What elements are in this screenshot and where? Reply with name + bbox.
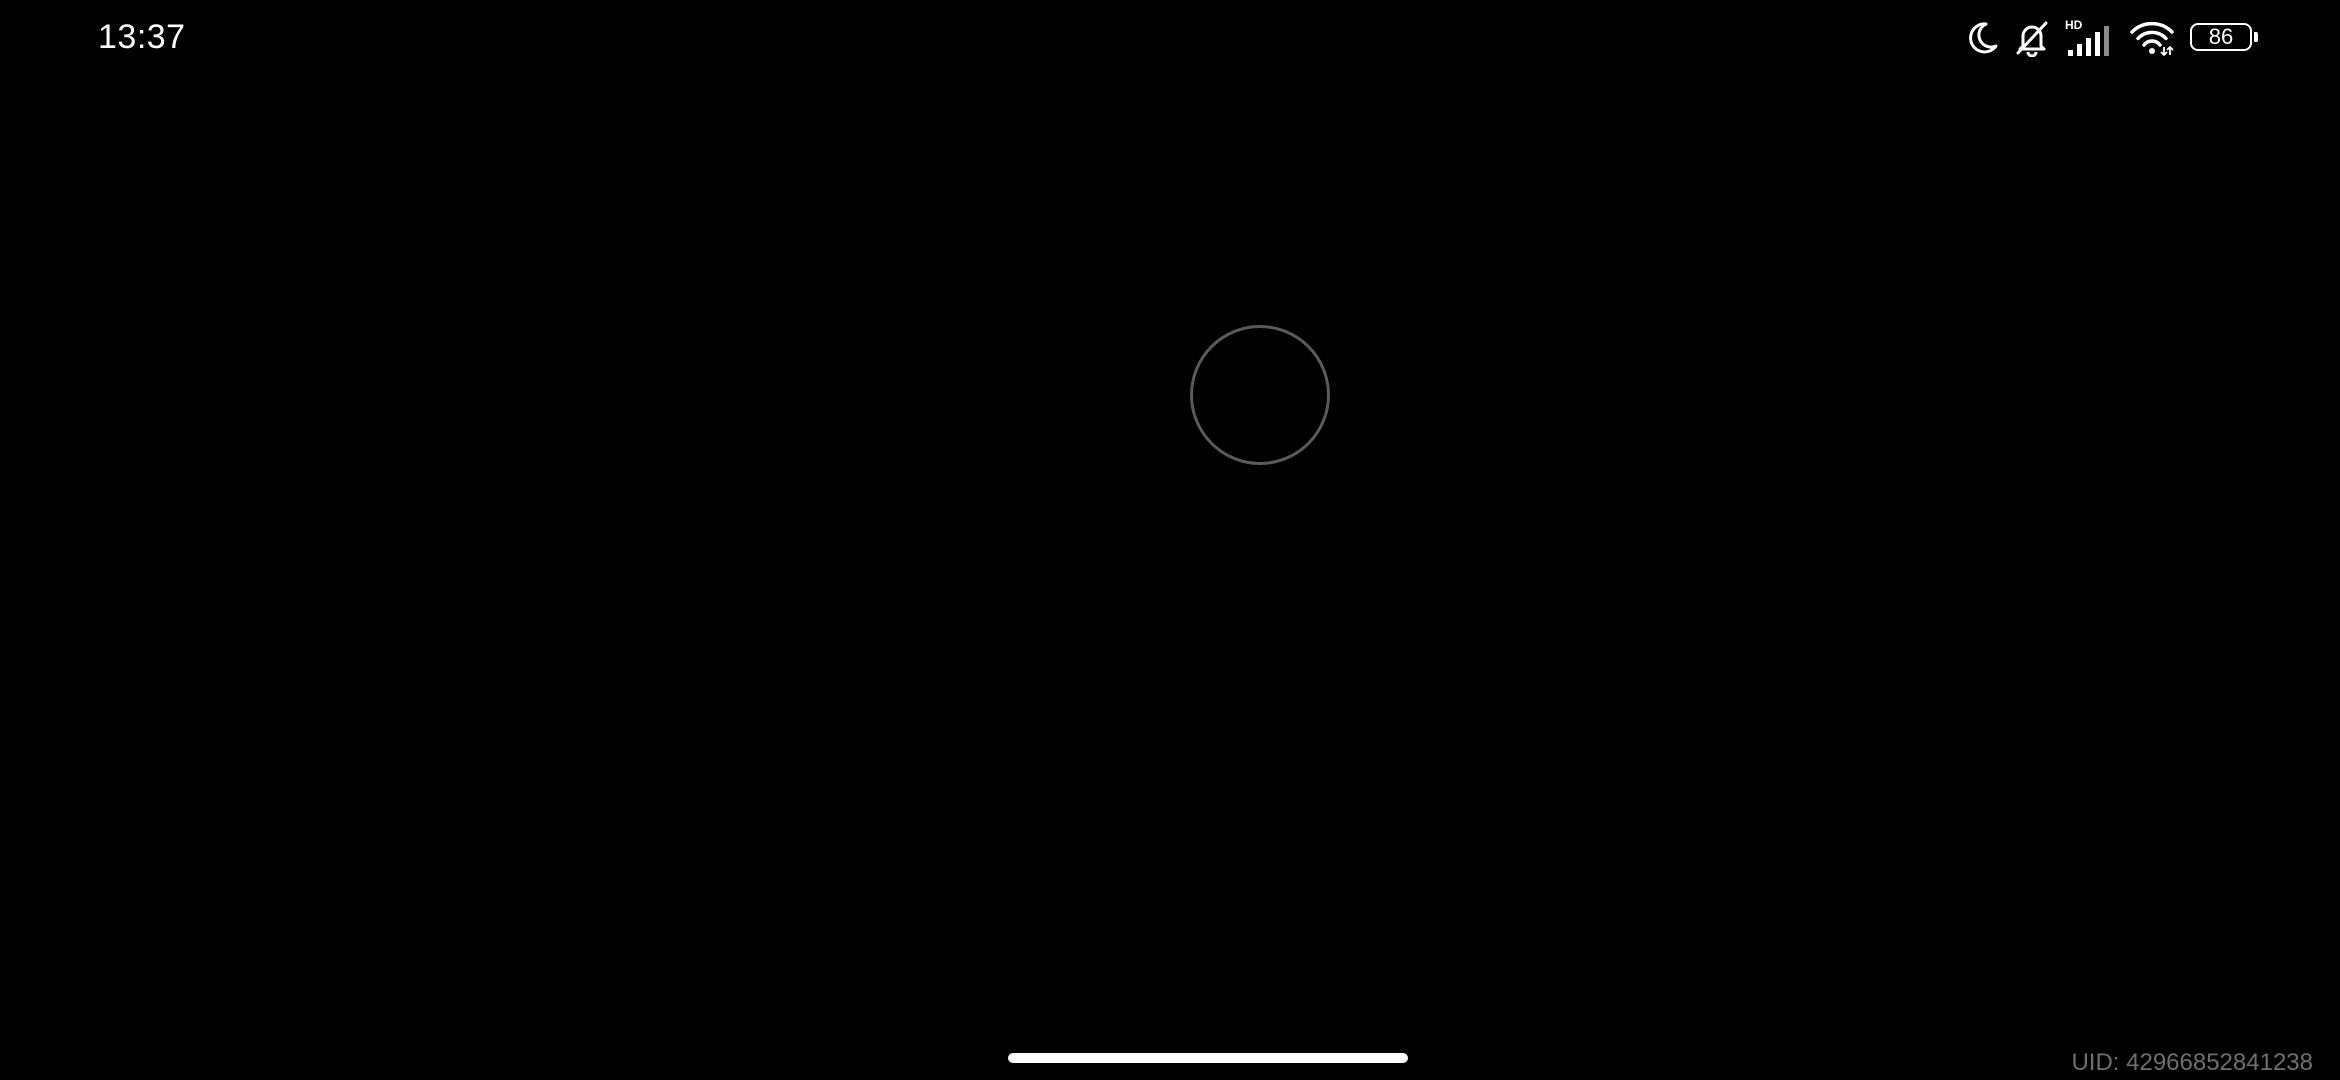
hd-signal-icon: HD [2064, 18, 2114, 58]
wifi-icon [2128, 19, 2176, 57]
status-time: 13:37 [98, 18, 186, 56]
battery-level: 86 [2208, 24, 2234, 49]
status-icons: HD 86 [1964, 16, 2260, 60]
moon-icon [1964, 20, 2000, 56]
hd-label: HD [2065, 18, 2083, 32]
home-indicator[interactable] [1008, 1053, 1408, 1063]
battery-icon: 86 [2190, 23, 2260, 53]
status-bar: 13:37 HD 86 [0, 0, 2340, 76]
uid-label: UID: 42966852841238 [2071, 1049, 2313, 1076]
muted-bell-icon [2014, 19, 2050, 57]
screen: 13:37 HD 86 UID: 42966852841238 [0, 0, 2340, 1080]
loading-spinner-icon [1190, 325, 1330, 465]
